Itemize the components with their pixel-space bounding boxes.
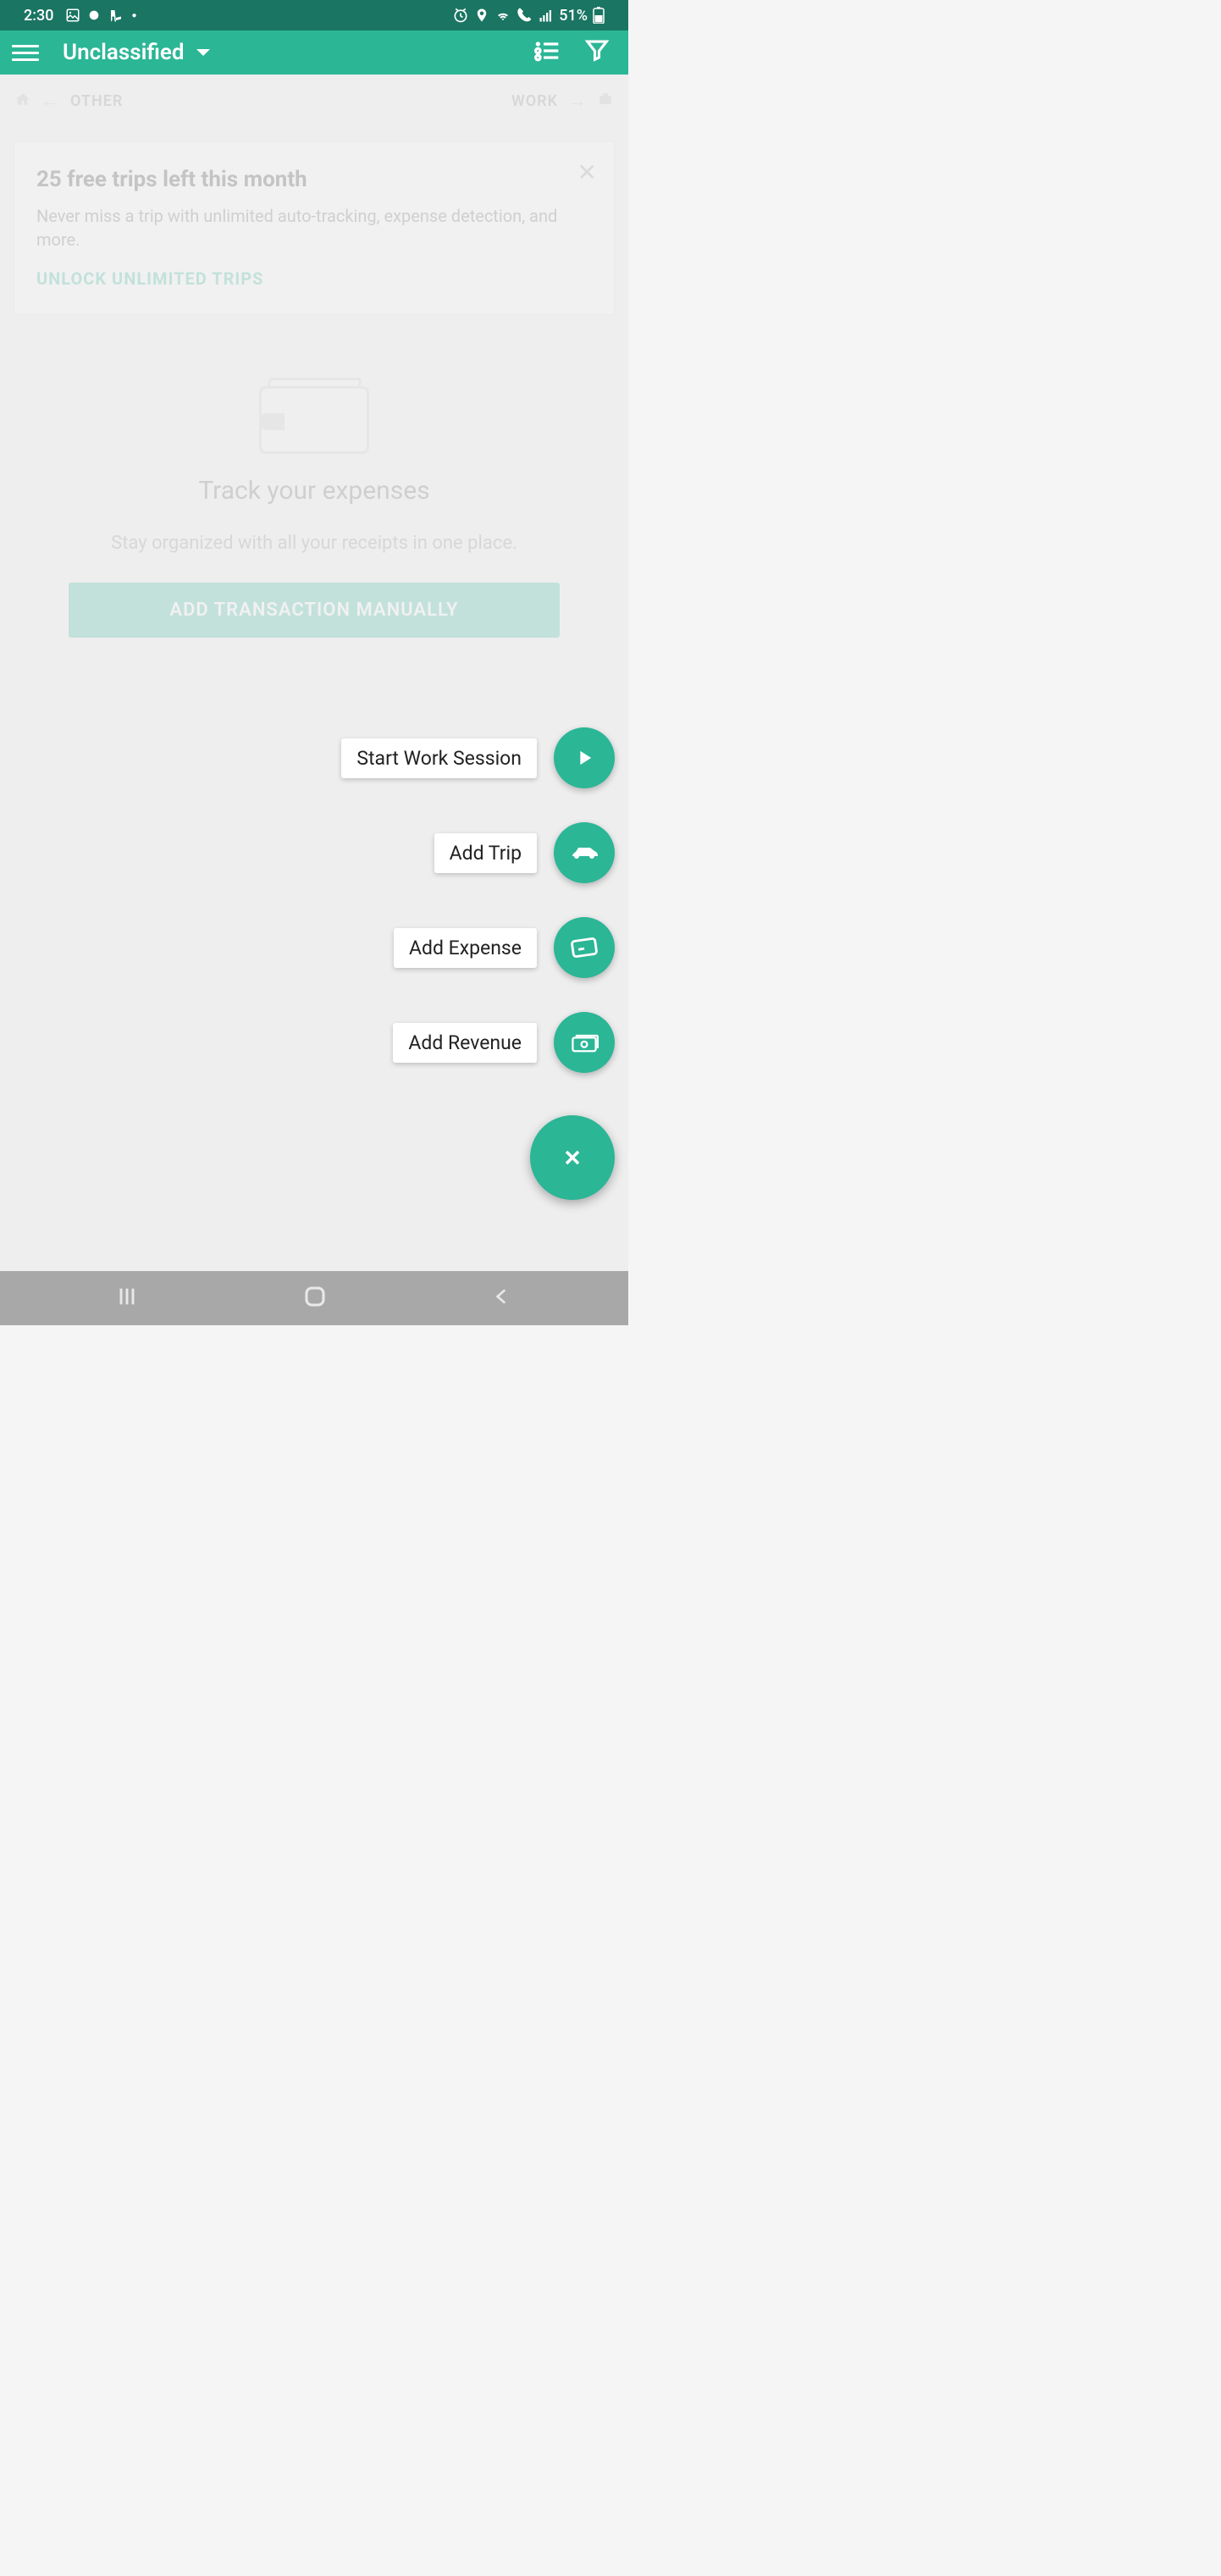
nav-back[interactable]	[491, 1285, 513, 1311]
fab-button-add-revenue[interactable]	[554, 1012, 615, 1073]
fab-item-add-trip: Add Trip	[434, 822, 615, 883]
dot-icon: ●	[131, 11, 136, 20]
status-bar: 2:30 ● 51%	[0, 0, 628, 30]
briefcase-icon	[598, 91, 613, 111]
swipe-right[interactable]: WORK →	[511, 90, 613, 112]
fab-label-work-session[interactable]: Start Work Session	[341, 738, 537, 778]
arrow-left-icon: ←	[41, 90, 60, 112]
money-icon	[570, 1031, 599, 1054]
fab-label-add-trip[interactable]: Add Trip	[434, 833, 537, 873]
fab-close-button[interactable]	[530, 1115, 615, 1200]
promo-text: Never miss a trip with unlimited auto-tr…	[36, 204, 592, 252]
promo-cta-button[interactable]: UNLOCK UNLIMITED TRIPS	[36, 268, 592, 289]
app-bar: Unclassified	[0, 30, 628, 75]
status-right: 51%	[452, 7, 605, 25]
alarm-icon	[452, 7, 469, 24]
card-icon	[571, 936, 598, 959]
fab-button-add-expense[interactable]	[554, 917, 615, 978]
signal-icon	[539, 8, 554, 23]
chevron-down-icon	[196, 49, 210, 56]
add-transaction-button[interactable]: ADD TRANSACTION MANUALLY	[69, 583, 560, 638]
arrow-right-icon: →	[568, 90, 588, 112]
car-icon	[569, 841, 599, 865]
battery-text: 51%	[559, 7, 588, 25]
nav-home[interactable]	[302, 1284, 328, 1313]
main-content: ← OTHER WORK → ✕ 25 free trips left this…	[0, 75, 628, 1271]
app-title-dropdown[interactable]: Unclassified	[63, 40, 533, 65]
fab-menu: Start Work Session Add Trip Add Expense …	[341, 727, 615, 1200]
fab-label-add-expense[interactable]: Add Expense	[394, 928, 537, 968]
swipe-row: ← OTHER WORK →	[0, 75, 628, 120]
battery-icon	[593, 7, 605, 24]
hamburger-menu[interactable]	[12, 39, 39, 66]
list-icon[interactable]	[533, 37, 561, 68]
fab-label-add-revenue[interactable]: Add Revenue	[393, 1023, 537, 1063]
wifi-icon	[494, 8, 511, 23]
promo-title: 25 free trips left this month	[36, 167, 592, 192]
app-title-text: Unclassified	[63, 40, 185, 65]
close-icon	[561, 1146, 584, 1169]
fab-item-work-session: Start Work Session	[341, 727, 615, 788]
fab-item-add-revenue: Add Revenue	[393, 1012, 615, 1073]
wallet-icon	[259, 378, 369, 454]
location-icon	[474, 8, 489, 23]
fab-button-work-session[interactable]	[554, 727, 615, 788]
promo-card: ✕ 25 free trips left this month Never mi…	[14, 141, 615, 315]
status-time: 2:30	[24, 7, 53, 25]
swipe-left[interactable]: ← OTHER	[15, 90, 123, 112]
image-icon	[65, 8, 80, 23]
empty-text: Stay organized with all your receipts in…	[25, 531, 603, 557]
swipe-left-label: OTHER	[70, 92, 123, 110]
close-icon[interactable]: ✕	[577, 158, 597, 186]
fab-item-add-expense: Add Expense	[394, 917, 615, 978]
status-left: 2:30 ●	[24, 7, 136, 25]
filter-icon[interactable]	[584, 37, 610, 68]
play-icon	[572, 746, 596, 770]
nav-bar	[0, 1271, 628, 1325]
swipe-right-label: WORK	[511, 92, 558, 110]
fab-button-add-trip[interactable]	[554, 822, 615, 883]
home-icon	[15, 91, 30, 111]
call-icon	[517, 7, 533, 24]
warning-icon	[108, 8, 124, 23]
bulb-icon	[87, 8, 101, 22]
empty-title: Track your expenses	[25, 476, 603, 506]
nav-recents[interactable]	[115, 1285, 139, 1312]
empty-state: Track your expenses Stay organized with …	[0, 335, 628, 680]
